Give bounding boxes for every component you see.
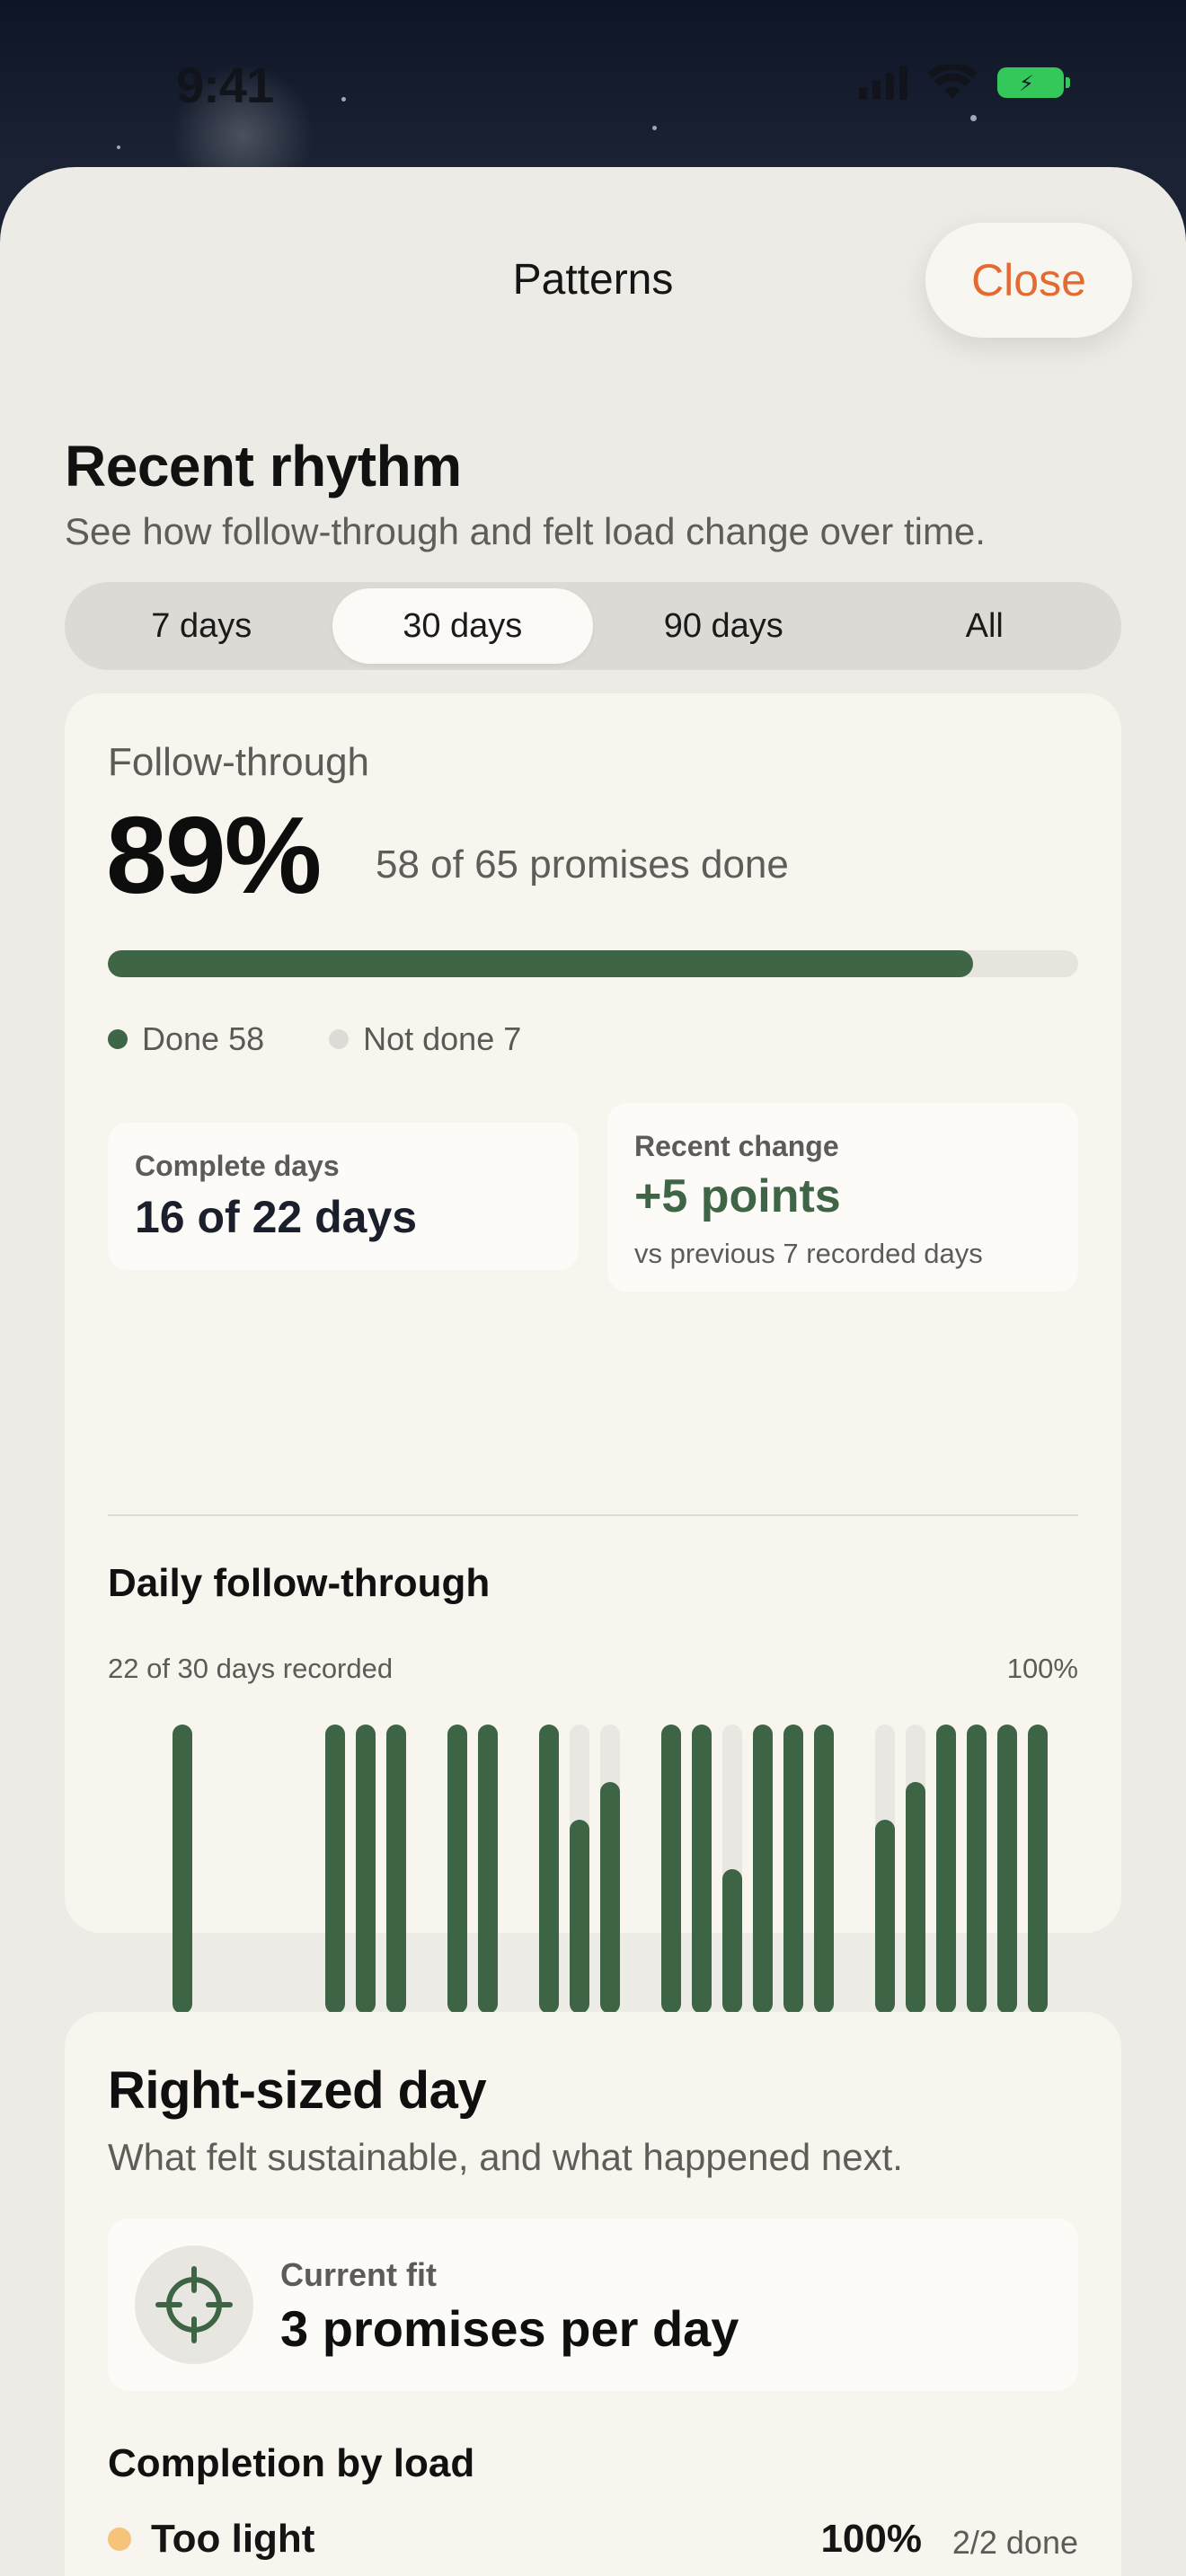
- day-track: [478, 1725, 498, 2014]
- cellular-signal-icon: [859, 66, 907, 100]
- range-90-days[interactable]: 90 days: [593, 588, 854, 664]
- recent-change-box: Recent change +5 points vs previous 7 re…: [607, 1103, 1078, 1292]
- legend-not-done-label: Not done 7: [363, 1020, 522, 1057]
- day-bar: [447, 1725, 467, 2014]
- follow-through-percent: 89%: [106, 794, 322, 916]
- day-track: [661, 1725, 681, 2014]
- background-star: [117, 146, 120, 149]
- day-bar: [1028, 1725, 1048, 2014]
- day-bar: [814, 1725, 834, 2014]
- day-track: [967, 1725, 987, 2014]
- day-track: [386, 1725, 406, 2014]
- patterns-sheet: Patterns Close Recent rhythm See how fol…: [0, 167, 1186, 2576]
- day-track: [936, 1725, 956, 2014]
- range-30-days[interactable]: 30 days: [332, 588, 593, 664]
- day-track: [997, 1725, 1017, 2014]
- recent-change-label: Recent change: [634, 1130, 839, 1162]
- right-sized-subtitle: What felt sustainable, and what happened…: [108, 2136, 903, 2178]
- wifi-icon: [927, 65, 978, 99]
- recent-rhythm-title: Recent rhythm: [65, 434, 462, 498]
- status-time: 9:41: [176, 57, 274, 113]
- complete-days-label: Complete days: [135, 1150, 340, 1182]
- load-count: 2/2 done: [951, 2524, 1078, 2561]
- day-track: [753, 1725, 773, 2014]
- follow-through-legend: Done 58 Not done 7: [108, 1020, 521, 1058]
- day-bar: [600, 1782, 620, 2014]
- follow-through-detail: 58 of 65 promises done: [376, 842, 789, 887]
- day-bar: [570, 1820, 589, 2014]
- app-screen: 9:41 ⚡ Patterns Close Recent rhythm See …: [0, 0, 1186, 2576]
- day-bar: [783, 1725, 803, 2014]
- day-bar: [325, 1725, 345, 2014]
- right-sized-card: Right-sized day What felt sustainable, a…: [65, 2012, 1121, 2576]
- day-bar: [753, 1725, 773, 2014]
- day-bar: [906, 1782, 925, 2014]
- daily-chart-max-label: 100%: [1006, 1653, 1078, 1684]
- day-track: [539, 1725, 559, 2014]
- background-star: [341, 97, 346, 101]
- divider: [108, 1514, 1078, 1516]
- right-sized-title: Right-sized day: [108, 2061, 487, 2120]
- load-row-too-light: Too light 100% 2/2 done: [108, 2511, 1078, 2565]
- current-fit-value: 3 promises per day: [280, 2300, 739, 2357]
- current-fit-box: Current fit 3 promises per day: [108, 2219, 1078, 2391]
- crosshair-icon: [135, 2245, 253, 2364]
- day-track: [875, 1725, 895, 2014]
- recent-change-value: +5 points: [634, 1170, 841, 1222]
- completion-by-load-title: Completion by load: [108, 2441, 475, 2485]
- day-track: [1028, 1725, 1048, 2014]
- day-bar: [936, 1725, 956, 2014]
- daily-chart-subtitle: 22 of 30 days recorded: [108, 1653, 394, 1684]
- day-track: [783, 1725, 803, 2014]
- follow-through-label: Follow-through: [108, 740, 370, 784]
- load-name-label: Too light: [151, 2517, 315, 2561]
- day-bar: [356, 1725, 376, 2014]
- day-track: [692, 1725, 712, 2014]
- day-bar: [539, 1725, 559, 2014]
- legend-done-label: Done 58: [142, 1020, 265, 1057]
- not-done-dot-icon: [329, 1029, 350, 1049]
- day-bar: [875, 1820, 895, 2014]
- legend-done: Done 58: [108, 1020, 264, 1058]
- load-percent: 100%: [820, 2517, 922, 2561]
- battery-charging-icon: ⚡: [997, 67, 1070, 98]
- day-track: [814, 1725, 834, 2014]
- range-selector: 7 days 30 days 90 days All: [65, 582, 1121, 670]
- day-bar: [386, 1725, 406, 2014]
- legend-not-done: Not done 7: [329, 1020, 521, 1058]
- recent-change-note: vs previous 7 recorded days: [634, 1238, 983, 1269]
- complete-days-value: 16 of 22 days: [135, 1192, 418, 1242]
- range-all[interactable]: All: [854, 588, 1116, 664]
- day-bar: [692, 1725, 712, 2014]
- load-name: Too light: [108, 2517, 314, 2562]
- follow-through-card: Follow-through 89% 58 of 65 promises don…: [65, 693, 1121, 2073]
- background-star: [652, 126, 657, 130]
- day-track: [722, 1725, 742, 2014]
- day-track: [600, 1725, 620, 2014]
- done-dot-icon: [108, 1029, 128, 1049]
- day-bar: [661, 1725, 681, 2014]
- range-7-days[interactable]: 7 days: [71, 588, 332, 664]
- day-track: [906, 1725, 925, 2014]
- background-star: [970, 115, 977, 121]
- daily-chart-title: Daily follow-through: [108, 1561, 491, 1605]
- day-bar: [967, 1725, 987, 2014]
- recent-rhythm-subtitle: See how follow-through and felt load cha…: [65, 510, 986, 552]
- day-track: [356, 1725, 376, 2014]
- day-track: [447, 1725, 467, 2014]
- load-color-dot-icon: [108, 2527, 131, 2551]
- follow-through-progress: [108, 950, 1078, 977]
- day-track: [173, 1725, 192, 2014]
- day-bar: [478, 1725, 498, 2014]
- follow-through-progress-fill: [108, 950, 974, 977]
- current-fit-label: Current fit: [280, 2256, 437, 2293]
- day-bar: [173, 1725, 192, 2014]
- day-track: [325, 1725, 345, 2014]
- day-track: [570, 1725, 589, 2014]
- status-icons: ⚡: [859, 65, 1070, 101]
- day-bar: [722, 1869, 742, 2014]
- complete-days-box: Complete days 16 of 22 days: [108, 1123, 579, 1270]
- close-button[interactable]: Close: [925, 223, 1132, 338]
- day-bar: [997, 1725, 1017, 2014]
